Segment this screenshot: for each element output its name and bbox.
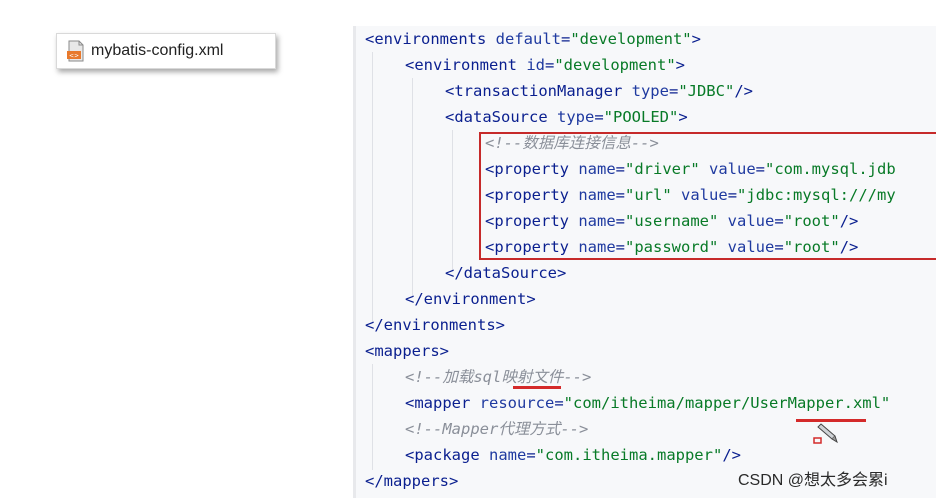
- code-line[interactable]: <mapper resource="com/itheima/mapper/Use…: [405, 390, 890, 416]
- code-token: <environment: [405, 56, 527, 74]
- code-token: <mappers>: [365, 342, 449, 360]
- code-token: >: [691, 30, 701, 48]
- code-token: >: [675, 56, 686, 74]
- code-line[interactable]: <transactionManager type="JDBC"/>: [445, 78, 753, 104]
- code-token: <!--加载sql映射文件-->: [405, 368, 592, 386]
- code-line[interactable]: <mappers>: [365, 338, 449, 364]
- code-line[interactable]: <!--加载sql映射文件-->: [405, 364, 591, 390]
- code-token: =: [554, 394, 564, 412]
- indent-guide: [372, 52, 373, 322]
- code-token: <package: [405, 446, 489, 464]
- code-token: "com.itheima.mapper": [535, 446, 723, 464]
- code-token: </dataSource>: [445, 264, 567, 282]
- code-token: "JDBC": [678, 82, 735, 100]
- code-token: =: [560, 30, 571, 48]
- code-token: name: [489, 446, 527, 464]
- code-token: <transactionManager: [445, 82, 632, 100]
- code-token: <environments: [365, 30, 496, 48]
- code-token: =: [526, 446, 536, 464]
- code-line[interactable]: <!--Mapper代理方式-->: [405, 416, 588, 442]
- code-token: <mapper: [405, 394, 480, 412]
- xml-file-icon: <>: [67, 40, 85, 62]
- code-line[interactable]: </mappers>: [365, 468, 458, 494]
- code-line[interactable]: </environment>: [405, 286, 536, 312]
- code-token: "POOLED": [603, 108, 679, 126]
- code-token: id: [526, 56, 545, 74]
- code-editor[interactable]: <environments default="development"> <env…: [353, 26, 936, 498]
- code-token: "development": [554, 56, 676, 74]
- code-token: default: [495, 30, 561, 48]
- code-token: =: [594, 108, 604, 126]
- code-token: </environment>: [405, 290, 536, 308]
- indent-guide: [412, 78, 413, 296]
- code-line[interactable]: </environments>: [365, 312, 505, 338]
- code-token: resource: [479, 394, 555, 412]
- code-token: type: [631, 82, 669, 100]
- pen-cursor-icon: [813, 423, 838, 444]
- code-line[interactable]: <environment id="development">: [405, 52, 685, 78]
- code-line[interactable]: <environments default="development">: [365, 26, 701, 52]
- file-name: mybatis-config.xml: [91, 42, 224, 59]
- code-token: <dataSource: [445, 108, 557, 126]
- code-token: </mappers>: [365, 472, 459, 490]
- code-token: =: [545, 56, 555, 74]
- code-line[interactable]: </dataSource>: [445, 260, 566, 286]
- code-token: />: [734, 82, 753, 100]
- code-token: </environments>: [365, 316, 505, 334]
- annotation-underline: [513, 386, 561, 389]
- code-token: =: [668, 82, 679, 100]
- watermark: CSDN @想太多会累i: [738, 472, 888, 489]
- indent-guide: [452, 130, 453, 270]
- code-token: <!--Mapper代理方式-->: [405, 420, 589, 438]
- file-tab[interactable]: <> mybatis-config.xml: [56, 33, 276, 69]
- indent-guide: [372, 364, 373, 470]
- code-line[interactable]: <package name="com.itheima.mapper"/>: [405, 442, 741, 468]
- code-token: type: [556, 108, 595, 126]
- code-token: "com/itheima/mapper/UserMapper.xml": [563, 394, 891, 412]
- code-token: "development": [570, 30, 692, 48]
- code-token: >: [678, 108, 688, 126]
- code-token: />: [722, 446, 741, 464]
- code-line[interactable]: <dataSource type="POOLED">: [445, 104, 688, 130]
- highlight-box: [479, 132, 936, 260]
- svg-text:<>: <>: [69, 53, 79, 60]
